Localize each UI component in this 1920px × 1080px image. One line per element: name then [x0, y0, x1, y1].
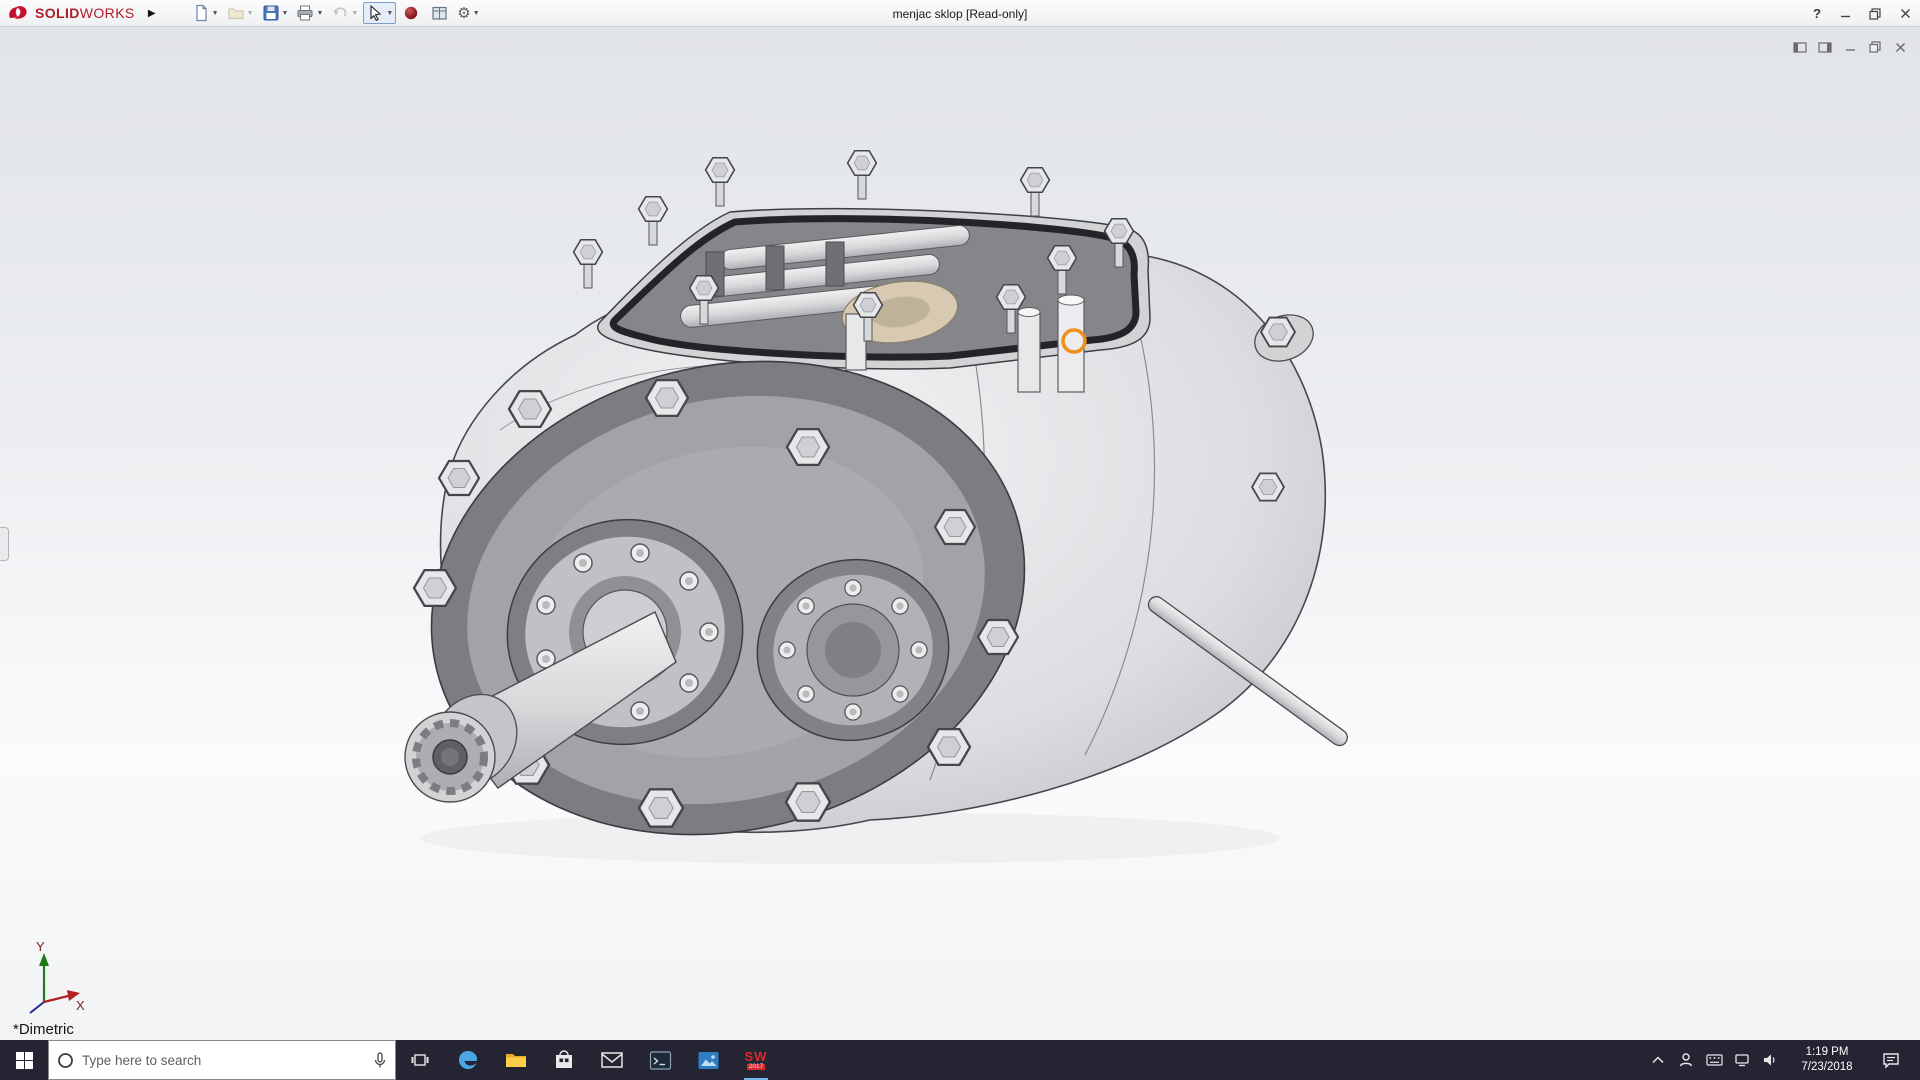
doc-restore-button[interactable]: [1867, 40, 1883, 54]
triad-x-label: X: [76, 998, 85, 1013]
microsoft-store-icon: [553, 1049, 575, 1072]
select-cursor-icon: [366, 4, 384, 22]
windows-logo-icon: [16, 1052, 33, 1069]
pane-right-button[interactable]: [1817, 40, 1833, 54]
open-document-button[interactable]: ▼: [224, 2, 257, 24]
volume-icon: [1762, 1053, 1778, 1067]
solidworks-menu[interactable]: SOLIDWORKS: [0, 4, 143, 22]
hex-bolt[interactable]: [1252, 473, 1284, 500]
menu-flyout-arrow[interactable]: ▶: [143, 3, 161, 23]
solidworks-wordmark: SOLIDWORKS: [35, 5, 135, 21]
new-document-icon: [192, 4, 210, 22]
taskbar-solidworks-button[interactable]: SW 2017: [732, 1040, 780, 1080]
mail-icon: [600, 1050, 624, 1070]
file-explorer-icon: [504, 1048, 528, 1072]
pane-left-icon: [1793, 42, 1807, 53]
report-button[interactable]: [426, 2, 452, 24]
task-view-button[interactable]: [396, 1040, 444, 1080]
taskbar-edge-button[interactable]: [444, 1040, 492, 1080]
network-icon: [1734, 1053, 1750, 1067]
hidden-icons-chevron-button[interactable]: [1646, 1040, 1670, 1080]
options-button[interactable]: ⚙ ▼: [454, 2, 482, 24]
search-input[interactable]: [82, 1053, 365, 1068]
appearance-sphere-icon: [403, 5, 419, 21]
task-view-icon: [411, 1052, 429, 1068]
tray-keyboard-button[interactable]: [1702, 1040, 1726, 1080]
settings-gear-icon: ⚙: [457, 4, 470, 22]
photos-app-icon: [697, 1050, 720, 1071]
doc-close-button[interactable]: [1892, 40, 1908, 54]
taskbar-mail-button[interactable]: [588, 1040, 636, 1080]
taskbar-photos-button[interactable]: [684, 1040, 732, 1080]
taskbar-store-button[interactable]: [540, 1040, 588, 1080]
titlebar: SOLIDWORKS ▶ ▼ ▼ ▼: [0, 0, 1920, 27]
save-button[interactable]: ▼: [259, 2, 292, 24]
minimize-button[interactable]: [1830, 1, 1860, 27]
close-button[interactable]: [1890, 1, 1920, 27]
console-app-icon: [649, 1050, 672, 1071]
minimize-icon: [1840, 8, 1851, 19]
task-pane-collapsed-tab[interactable]: [0, 527, 9, 561]
tray-people-button[interactable]: [1674, 1040, 1698, 1080]
taskbar-console-button[interactable]: [636, 1040, 684, 1080]
appearance-button[interactable]: [398, 2, 424, 24]
hex-bolt[interactable]: [1261, 318, 1295, 347]
taskbar-search-box[interactable]: [48, 1040, 396, 1080]
gearbox-assembly[interactable]: [381, 151, 1351, 896]
select-tool-button[interactable]: ▼: [363, 2, 396, 24]
taskbar-file-explorer-button[interactable]: [492, 1040, 540, 1080]
open-folder-icon: [227, 4, 245, 22]
restore-icon: [1869, 8, 1881, 20]
clock-date: 7/23/2018: [1801, 1060, 1852, 1075]
print-button[interactable]: ▼: [293, 2, 326, 24]
view-orientation-label: *Dimetric: [13, 1021, 74, 1038]
undo-icon: [331, 4, 349, 22]
start-button[interactable]: [0, 1040, 48, 1080]
print-icon: [296, 4, 314, 22]
close-icon: [1900, 8, 1911, 19]
chevron-up-icon: [1652, 1056, 1664, 1064]
microphone-icon[interactable]: [373, 1052, 387, 1069]
document-window-controls: [1792, 40, 1908, 54]
doc-restore-icon: [1869, 41, 1881, 53]
options-report-icon: [431, 5, 448, 22]
windows-taskbar: SW 2017: [0, 1040, 1920, 1080]
doc-minimize-icon: [1845, 42, 1856, 53]
triad-y-label: Y: [36, 939, 45, 954]
new-document-button[interactable]: ▼: [189, 2, 222, 24]
solidworks-logo-icon: [6, 4, 30, 22]
pane-right-icon: [1818, 42, 1832, 53]
cortana-icon: [57, 1052, 74, 1069]
tray-volume-button[interactable]: [1758, 1040, 1782, 1080]
help-button[interactable]: ?: [1804, 6, 1830, 21]
pane-left-button[interactable]: [1792, 40, 1808, 54]
undo-button[interactable]: ▼: [328, 2, 361, 24]
people-icon: [1678, 1052, 1694, 1068]
solidworks-2017-icon: SW 2017: [745, 1050, 768, 1071]
doc-close-icon: [1895, 42, 1906, 53]
maximize-button[interactable]: [1860, 1, 1890, 27]
clock-time: 1:19 PM: [1806, 1045, 1849, 1060]
action-center-icon: [1882, 1052, 1900, 1069]
gearbox-3d-model[interactable]: Y X: [0, 0, 1920, 1080]
tray-network-button[interactable]: [1730, 1040, 1754, 1080]
save-icon: [262, 4, 280, 22]
taskbar-clock[interactable]: 1:19 PM 7/23/2018: [1786, 1040, 1868, 1080]
touch-keyboard-icon: [1706, 1054, 1723, 1066]
edge-browser-icon: [456, 1048, 480, 1072]
action-center-button[interactable]: [1872, 1040, 1910, 1080]
system-tray: 1:19 PM 7/23/2018: [1646, 1040, 1920, 1080]
doc-minimize-button[interactable]: [1842, 40, 1858, 54]
orientation-triad: Y X: [30, 939, 85, 1013]
